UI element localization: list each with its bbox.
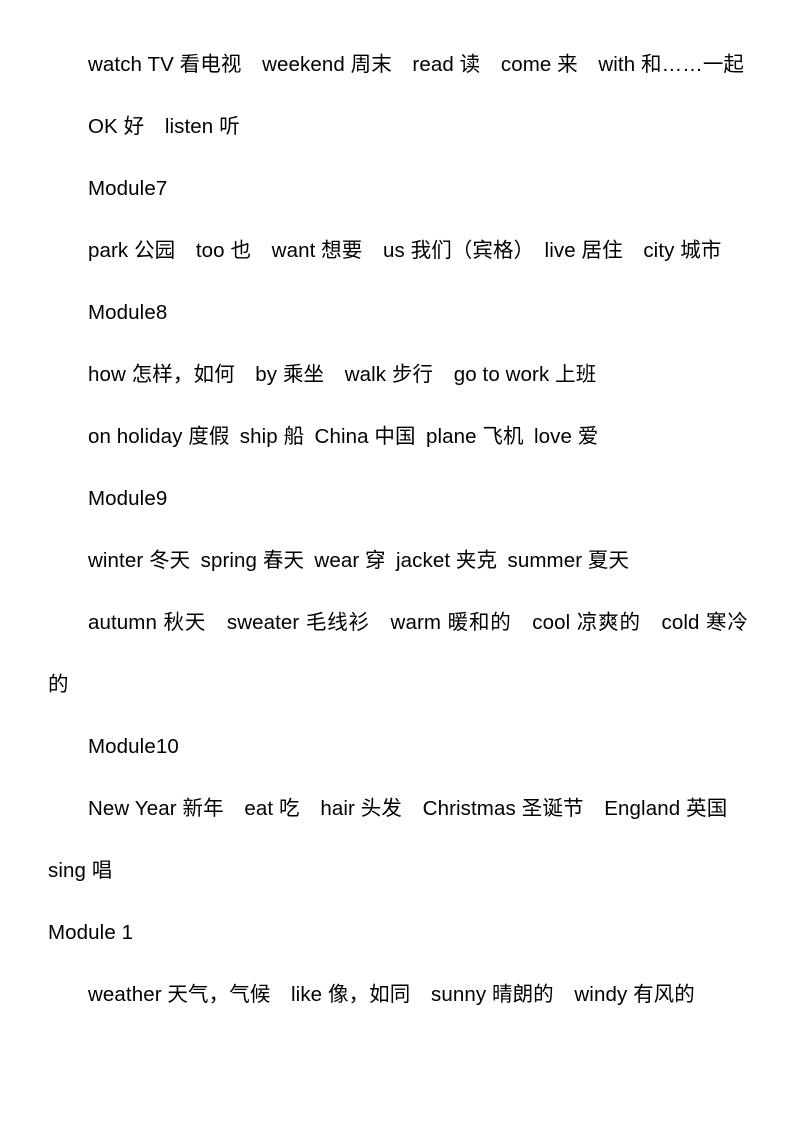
vocabulary-line-text: how 怎样，如何 by 乘坐 walk 步行 go to work 上班 (88, 363, 597, 386)
document-body: watch TV 看电视 weekend 周末 read 读 come 来 wi… (48, 34, 748, 1026)
vocabulary-line: park 公园 too 也 want 想要 us 我们（宾格） live 居住 … (48, 220, 748, 282)
module-heading: Module 1 (48, 902, 748, 964)
module-heading-text: Module9 (88, 487, 168, 510)
vocabulary-line: New Year 新年 eat 吃 hair 头发 Christmas 圣诞节 … (48, 778, 748, 902)
vocabulary-line-text: winter 冬天 spring 春天 wear 穿 jacket 夹克 sum… (88, 549, 630, 572)
module-heading: Module10 (48, 716, 748, 778)
vocabulary-line-text: New Year 新年 eat 吃 hair 头发 Christmas 圣诞节 … (48, 797, 748, 882)
vocabulary-line: watch TV 看电视 weekend 周末 read 读 come 来 wi… (48, 34, 748, 96)
document-page: watch TV 看电视 weekend 周末 read 读 come 来 wi… (0, 0, 794, 1123)
module-heading-text: Module10 (88, 735, 179, 758)
vocabulary-line-text: OK 好 listen 听 (88, 115, 240, 138)
vocabulary-line-text: weather 天气，气候 like 像，如同 sunny 晴朗的 windy … (88, 983, 695, 1006)
vocabulary-line: OK 好 listen 听 (48, 96, 748, 158)
vocabulary-line: how 怎样，如何 by 乘坐 walk 步行 go to work 上班 (48, 344, 748, 406)
vocabulary-line: weather 天气，气候 like 像，如同 sunny 晴朗的 windy … (48, 964, 748, 1026)
module-heading: Module8 (48, 282, 748, 344)
module-heading: Module7 (48, 158, 748, 220)
module-heading-text: Module7 (88, 177, 168, 200)
vocabulary-line: on holiday 度假 ship 船 China 中国 plane 飞机 l… (48, 406, 748, 468)
module-heading: Module9 (48, 468, 748, 530)
module-heading-text: Module8 (88, 301, 168, 324)
vocabulary-line: winter 冬天 spring 春天 wear 穿 jacket 夹克 sum… (48, 530, 748, 592)
vocabulary-line: autumn 秋天 sweater 毛线衫 warm 暖和的 cool 凉爽的 … (48, 592, 748, 716)
module-heading-text: Module 1 (48, 921, 134, 944)
vocabulary-line-text: autumn 秋天 sweater 毛线衫 warm 暖和的 cool 凉爽的 … (48, 611, 748, 696)
vocabulary-line-text: park 公园 too 也 want 想要 us 我们（宾格） live 居住 … (88, 239, 722, 262)
vocabulary-line-text: watch TV 看电视 weekend 周末 read 读 come 来 wi… (88, 53, 745, 76)
vocabulary-line-text: on holiday 度假 ship 船 China 中国 plane 飞机 l… (88, 425, 599, 448)
